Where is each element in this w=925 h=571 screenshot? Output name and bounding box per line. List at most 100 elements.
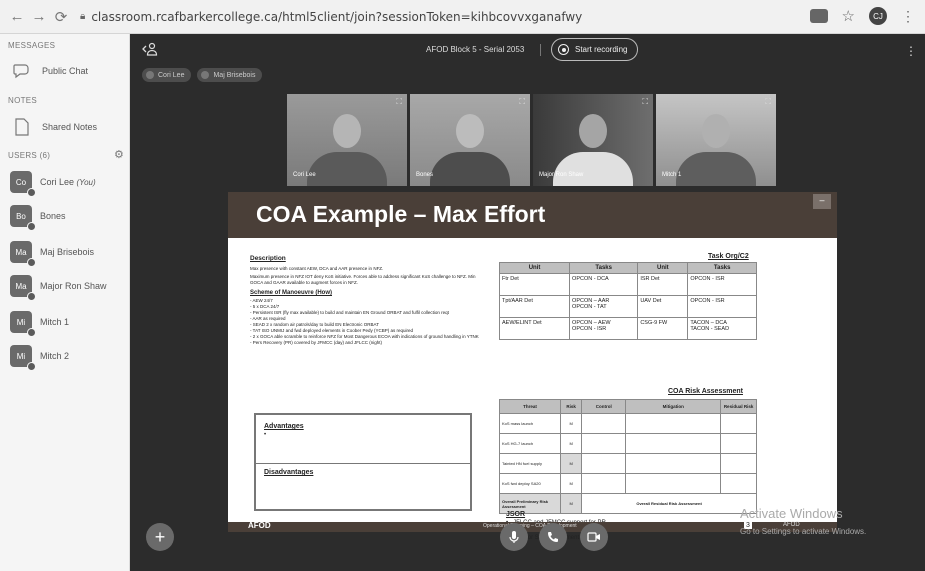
video-tile[interactable]: ⛶ Bones: [410, 94, 530, 186]
session-topbar: AFOD Block 5 - Serial 2053 Start recordi…: [130, 34, 925, 68]
scheme-heading: Scheme of Manoeuvre (How): [250, 289, 333, 296]
session-title: AFOD Block 5 - Serial 2053: [426, 45, 525, 54]
start-recording-label: Start recording: [575, 45, 628, 54]
note-icon: [12, 117, 32, 137]
notes-section-title: NOTES: [8, 96, 38, 105]
video-tile[interactable]: ⛶ Cori Lee: [287, 94, 407, 186]
fullscreen-icon[interactable]: ⛶: [765, 97, 771, 107]
table-row: KoS mass launch M: [498, 413, 757, 434]
fullscreen-icon[interactable]: ⛶: [396, 97, 402, 107]
description-line: Maximum presence in NFZ IOT deny KoS ini…: [250, 273, 476, 285]
user-name: Major Ron Shaw: [40, 281, 107, 291]
avatar: Co: [10, 171, 36, 197]
talker-chip[interactable]: Cori Lee: [142, 68, 192, 82]
table-row: KoS fwd deploy SA20 M: [498, 473, 757, 494]
back-arrow-icon[interactable]: ←: [6, 8, 28, 25]
browser-menu-icon[interactable]: ⋮: [901, 8, 915, 25]
advantages-bullet: •: [264, 432, 267, 438]
table-header: Risk: [560, 399, 583, 414]
lock-icon: 🔒︎: [80, 11, 86, 22]
browser-toolbar: ← → ⟳ 🔒︎ classroom.rcafbarkercollege.ca/…: [0, 0, 925, 34]
camera-icon: [587, 532, 600, 542]
phone-icon: [548, 532, 558, 542]
afod-logo: AFOD: [248, 521, 271, 530]
video-label: Bones: [416, 172, 434, 178]
table-row: KoS HG-7 launch M: [498, 433, 757, 454]
user-item[interactable]: Mi Mitch 2: [10, 345, 70, 371]
audio-phone-button[interactable]: [539, 523, 567, 551]
video-label: Mitch 1: [662, 172, 682, 178]
user-list-toggle-icon[interactable]: [142, 42, 158, 59]
start-recording-button[interactable]: Start recording: [551, 38, 638, 61]
table-header: Unit: [637, 262, 689, 274]
talking-indicators: Cori Lee Maj Brisebois: [142, 68, 263, 82]
camera-extension-icon[interactable]: [809, 9, 828, 23]
chat-bubble-icon: [12, 61, 32, 81]
table-header: Tasks: [569, 262, 639, 274]
list-item: Pers Recovery (PR) covered by JFMCC (day…: [250, 340, 480, 346]
table-header: Control: [581, 399, 627, 414]
video-tile[interactable]: ⛶ Mitch 1: [656, 94, 776, 186]
fullscreen-icon[interactable]: ⛶: [519, 97, 525, 107]
talker-chip[interactable]: Maj Brisebois: [197, 68, 263, 82]
video-camera-button[interactable]: [580, 523, 608, 551]
scheme-list: AEW 24/7 5 x DCA 24/7 Persistent ISR (fl…: [250, 298, 480, 347]
shared-notes-label: Shared Notes: [42, 122, 98, 132]
reload-icon[interactable]: ⟳: [50, 8, 72, 26]
presentation-slide: COA Example – Max Effort – Description M…: [228, 192, 837, 541]
user-name: Maj Brisebois: [40, 247, 95, 257]
description-line: Max presence with constant AEW, DCA and …: [250, 265, 384, 271]
user-name: Cori Lee: [40, 177, 75, 187]
gear-icon[interactable]: ⚙: [114, 148, 124, 161]
slide-description: Description Max presence with constant A…: [250, 255, 480, 347]
table-row: AEW/ELINT Det OPCON – AEW OPCON - ISR CS…: [498, 317, 757, 340]
table-header: Threat: [498, 399, 562, 414]
divider: [540, 44, 541, 56]
divider: [256, 463, 470, 464]
advantages-box: Advantages • Disadvantages: [254, 413, 472, 511]
table-row: Ftr Det OPCON - DCA ISR Det OPCON - ISR: [498, 273, 757, 296]
bookmark-star-icon[interactable]: ☆: [842, 7, 855, 25]
avatar: Ma: [10, 275, 36, 301]
video-label: Cori Lee: [293, 172, 316, 178]
minimize-presentation-button[interactable]: –: [813, 194, 831, 209]
options-menu-icon[interactable]: ⋮: [905, 44, 917, 58]
advantages-heading: Advantages: [264, 423, 304, 430]
profile-avatar[interactable]: CJ: [869, 7, 887, 25]
risk-table: Threat Risk Control Mitigation Residual …: [498, 399, 757, 514]
video-tile[interactable]: ⛶ Major Ron Shaw: [533, 94, 653, 186]
jsor-heading: JSOR: [506, 511, 526, 518]
shared-notes-item[interactable]: Shared Notes: [12, 117, 97, 137]
forward-arrow-icon[interactable]: →: [28, 8, 50, 25]
table-header: Unit: [498, 262, 571, 274]
actions-plus-button[interactable]: +: [146, 523, 174, 551]
user-name: Mitch 1: [40, 317, 70, 327]
user-item[interactable]: Co Cori Lee (You): [10, 171, 96, 197]
fullscreen-icon[interactable]: ⛶: [642, 97, 648, 107]
public-chat-label: Public Chat: [42, 66, 89, 76]
user-item[interactable]: Bo Bones: [10, 205, 66, 231]
messages-section-title: MESSAGES: [8, 41, 56, 50]
slide-title: COA Example – Max Effort: [256, 201, 546, 227]
user-item[interactable]: Ma Maj Brisebois: [10, 241, 95, 267]
main-area: AFOD Block 5 - Serial 2053 Start recordi…: [130, 34, 925, 571]
address-bar[interactable]: 🔒︎ classroom.rcafbarkercollege.ca/html5c…: [80, 10, 582, 24]
disadvantages-heading: Disadvantages: [264, 469, 314, 476]
user-item[interactable]: Ma Major Ron Shaw: [10, 275, 107, 301]
task-org-table: Unit Tasks Unit Tasks Ftr Det OPCON - DC…: [498, 262, 757, 340]
users-section-title: USERS (6): [8, 151, 51, 160]
user-name: Mitch 2: [40, 351, 70, 361]
video-label: Major Ron Shaw: [539, 172, 584, 178]
table-header: Mitigation: [625, 399, 722, 414]
table-header: Tasks: [687, 262, 757, 274]
activate-windows-watermark: Activate Windows Go to Settings to activ…: [740, 506, 867, 536]
sidebar: MESSAGES Public Chat NOTES Shared Notes …: [0, 34, 130, 571]
public-chat-item[interactable]: Public Chat: [12, 61, 88, 81]
microphone-button[interactable]: [500, 523, 528, 551]
avatar: Bo: [10, 205, 36, 231]
task-org-heading: Task Org/C2: [708, 253, 749, 260]
table-header: Residual Risk: [720, 399, 757, 414]
avatar: Mi: [10, 345, 36, 371]
avatar: Mi: [10, 311, 36, 337]
user-item[interactable]: Mi Mitch 1: [10, 311, 70, 337]
